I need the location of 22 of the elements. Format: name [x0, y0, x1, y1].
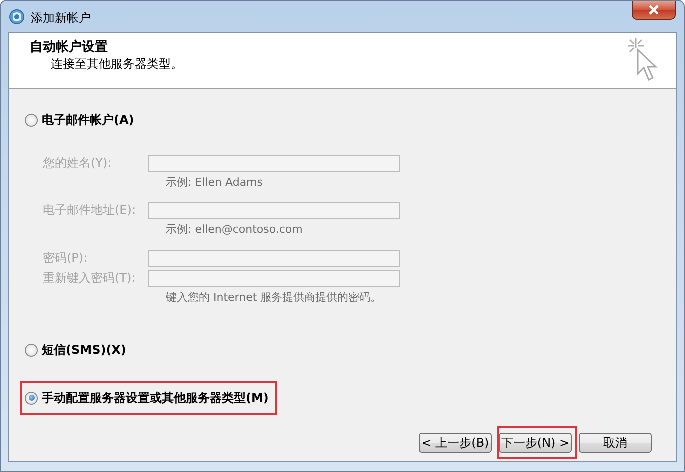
- field-label: 您的姓名(Y):: [43, 155, 113, 172]
- field-label: 重新键入密码(T):: [43, 270, 137, 287]
- radio-button[interactable]: [25, 114, 38, 126]
- section-subtitle: 连接至其他服务器类型。: [51, 57, 183, 71]
- wizard-button[interactable]: < 上一步(B): [419, 433, 492, 453]
- window-title: 添加新帐户: [31, 10, 91, 27]
- option-label: 手动配置服务器设置或其他服务器类型(M): [42, 390, 269, 406]
- app-icon: [9, 9, 25, 25]
- hint-text: 示例: ellen@contoso.com: [166, 223, 303, 236]
- hint-text: 示例: Ellen Adams: [166, 176, 264, 189]
- field-label: 密码(P):: [43, 250, 89, 267]
- wizard-button[interactable]: 下一步(N) >: [499, 433, 572, 453]
- close-icon: [648, 5, 660, 15]
- option-label: 短信(SMS)(X): [42, 342, 126, 358]
- radio-button[interactable]: [25, 392, 38, 404]
- radio-button[interactable]: [25, 344, 38, 356]
- wizard-button[interactable]: 取消: [579, 433, 652, 453]
- hint-text: 键入您的 Internet 服务提供商提供的密码。: [166, 291, 382, 304]
- option-label: 电子邮件帐户(A): [42, 112, 134, 128]
- close-button[interactable]: [632, 1, 676, 20]
- section-title: 自动帐户设置: [30, 40, 109, 56]
- field-label: 电子邮件地址(E):: [43, 202, 137, 219]
